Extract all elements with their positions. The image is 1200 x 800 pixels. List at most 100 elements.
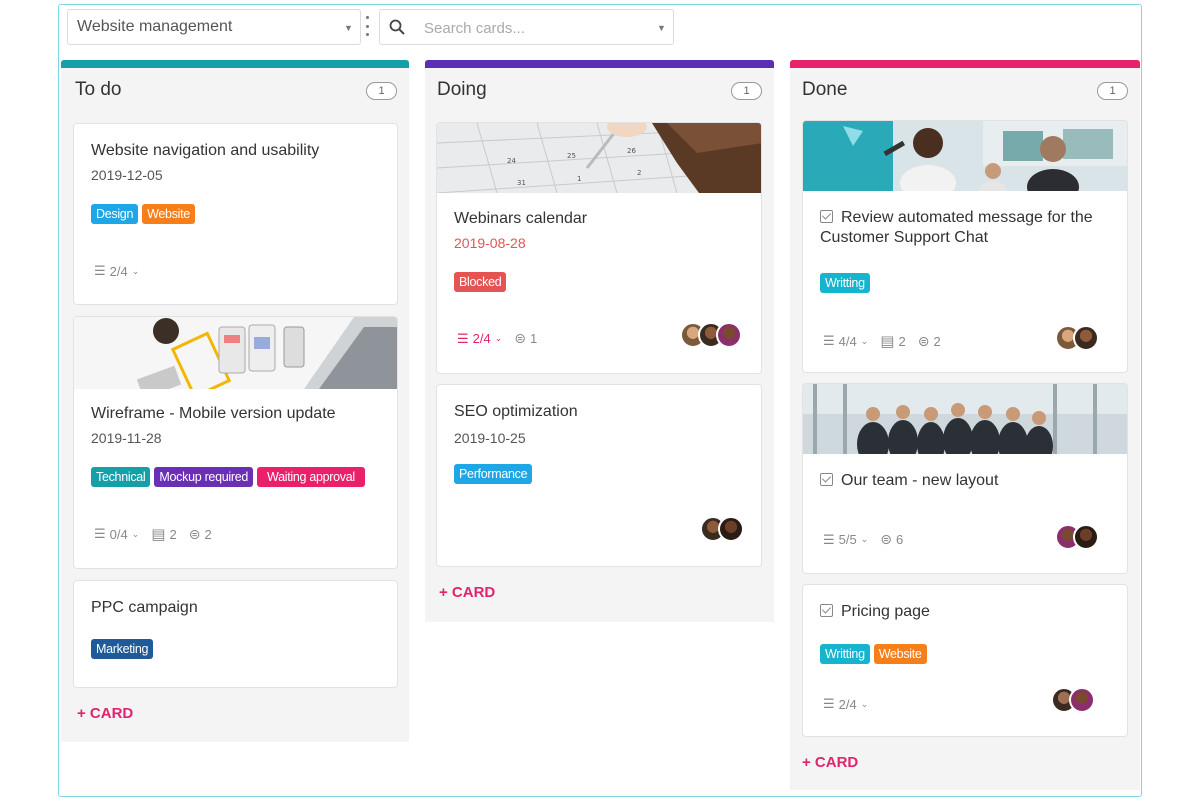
column-title: Done [802, 79, 848, 100]
card-due-date: 2019-08-28 [454, 235, 526, 251]
attachments-indicator[interactable]: ⊜ 6 [880, 531, 903, 548]
paperclip-icon: ⊜ [188, 525, 201, 542]
card-meta: ☰ 2/4 ⌄ ⊜ 1 [457, 330, 543, 347]
column-todo: To do 1 Website navigation and usability… [61, 60, 409, 742]
tag-writting[interactable]: Writting [820, 644, 870, 664]
card-tags: Writting [820, 273, 870, 293]
card-wireframe-mobile[interactable]: Wireframe - Mobile version update 2019-1… [73, 316, 398, 569]
card-cover-image [803, 121, 1127, 191]
checkbox-checked-icon [820, 604, 833, 617]
card-title: Pricing page [820, 602, 930, 622]
more-options-icon[interactable] [363, 16, 371, 36]
card-ppc-campaign[interactable]: PPC campaign Marketing [73, 580, 398, 688]
checklist-icon: ☰ [823, 531, 835, 547]
attachments-indicator[interactable]: ⊜ 1 [514, 330, 537, 347]
search-box[interactable]: ▼ [379, 9, 674, 45]
attachments-indicator[interactable]: ⊜ 2 [189, 526, 212, 543]
comments-count: 2 [169, 526, 177, 542]
column-count-badge: 1 [731, 82, 762, 100]
board-name: Website management [77, 18, 233, 35]
chevron-down-icon: ⌄ [494, 333, 503, 343]
tag-blocked[interactable]: Blocked [454, 272, 507, 292]
card-website-navigation[interactable]: Website navigation and usability 2019-12… [73, 123, 398, 305]
card-meta: ☰ 0/4 ⌄ ▤ 2 ⊜ 2 [94, 525, 218, 544]
chevron-down-icon: ▼ [344, 23, 353, 33]
card-tags: Marketing [91, 639, 154, 659]
column-color-bar [61, 60, 409, 68]
checklist-icon: ☰ [94, 263, 106, 278]
comments-indicator[interactable]: ▤ 2 [151, 525, 176, 543]
card-members[interactable] [680, 322, 742, 348]
tag-waiting-approval[interactable]: Waiting approval [257, 467, 365, 487]
tag-website[interactable]: Website [873, 644, 927, 664]
card-tags: Performance [454, 464, 533, 484]
add-card-button[interactable]: + CARD [439, 584, 495, 601]
tag-technical[interactable]: Technical [91, 467, 151, 487]
paperclip-icon: ⊜ [880, 531, 893, 547]
tag-design[interactable]: Design [91, 204, 139, 224]
card-seo-optimization[interactable]: SEO optimization 2019-10-25 Performance [436, 384, 762, 567]
svg-text:24: 24 [507, 157, 516, 165]
checklist-toggle[interactable]: ☰ 2/4 ⌄ [94, 263, 139, 279]
board-selector[interactable]: Website management ▼ [67, 9, 361, 45]
column-color-bar [425, 60, 774, 68]
tag-mockup-required[interactable]: Mockup required [154, 467, 254, 487]
card-tags: Design Website [91, 204, 195, 224]
card-review-automated-message[interactable]: Review automated message for the Custome… [802, 120, 1128, 373]
column-title: To do [75, 79, 122, 100]
paperclip-icon: ⊜ [917, 332, 930, 349]
chevron-down-icon[interactable]: ▼ [657, 23, 666, 33]
card-members[interactable] [700, 516, 744, 542]
card-meta: ☰ 4/4 ⌄ ▤ 2 ⊜ 2 [823, 332, 947, 351]
avatar[interactable] [716, 322, 742, 348]
card-title: Website navigation and usability [91, 142, 320, 159]
card-members[interactable] [1055, 325, 1099, 351]
card-tags: Writting Website [820, 644, 927, 664]
avatar[interactable] [1073, 524, 1099, 550]
card-our-team-layout[interactable]: Our team - new layout ☰ 5/5 ⌄ ⊜ 6 [802, 383, 1128, 574]
checklist-toggle[interactable]: ☰ 0/4 ⌄ [94, 526, 139, 542]
tag-writting[interactable]: Writting [820, 273, 870, 293]
checklist-icon: ☰ [457, 330, 469, 346]
checklist-toggle[interactable]: ☰ 4/4 ⌄ [823, 333, 868, 349]
checklist-toggle[interactable]: ☰ 5/5 ⌄ [823, 532, 868, 548]
attachments-count: 2 [204, 526, 212, 542]
attachments-count: 2 [933, 333, 941, 349]
checklist-toggle[interactable]: ☰ 2/4 ⌄ [823, 696, 868, 712]
checklist-progress: 4/4 [838, 333, 857, 349]
column-count-badge: 1 [366, 82, 397, 100]
add-card-button[interactable]: + CARD [802, 754, 858, 771]
card-meta: ☰ 2/4 ⌄ [94, 263, 145, 279]
tag-marketing[interactable]: Marketing [91, 639, 154, 659]
avatar[interactable] [1069, 687, 1095, 713]
card-pricing-page[interactable]: Pricing page Writting Website ☰ 2/4 ⌄ [802, 584, 1128, 737]
card-members[interactable] [1055, 524, 1099, 550]
svg-text:1: 1 [577, 175, 581, 183]
avatar[interactable] [718, 516, 744, 542]
card-tags: Blocked [454, 272, 507, 292]
add-card-button[interactable]: + CARD [77, 705, 133, 722]
checklist-progress: 2/4 [838, 696, 857, 712]
column-done: Done 1 Review automated message for the … [790, 60, 1140, 790]
card-title: Webinars calendar [454, 210, 588, 227]
checklist-progress: 2/4 [109, 263, 128, 279]
chevron-down-icon: ⌄ [860, 335, 869, 346]
card-title: Our team - new layout [820, 471, 998, 491]
search-input[interactable] [424, 16, 644, 40]
card-members[interactable] [1051, 687, 1095, 713]
tag-website[interactable]: Website [142, 204, 195, 224]
avatar[interactable] [1073, 325, 1099, 351]
attachments-indicator[interactable]: ⊜ 2 [918, 333, 941, 350]
svg-text:26: 26 [627, 147, 636, 155]
card-title: Review automated message for the Custome… [820, 209, 1093, 246]
card-webinars-calendar[interactable]: 24 25 26 31 1 2 Webinars calendar 2019-08-28… [436, 122, 762, 374]
card-title: SEO optimization [454, 403, 578, 420]
card-title: PPC campaign [91, 599, 198, 616]
comments-count: 2 [898, 333, 906, 349]
card-tags: Technical Mockup required Waiting approv… [91, 467, 365, 487]
tag-performance[interactable]: Performance [454, 464, 533, 484]
svg-text:25: 25 [567, 152, 576, 160]
checklist-toggle[interactable]: ☰ 2/4 ⌄ [457, 331, 502, 347]
paperclip-icon: ⊜ [514, 330, 527, 346]
comments-indicator[interactable]: ▤ 2 [880, 332, 905, 350]
